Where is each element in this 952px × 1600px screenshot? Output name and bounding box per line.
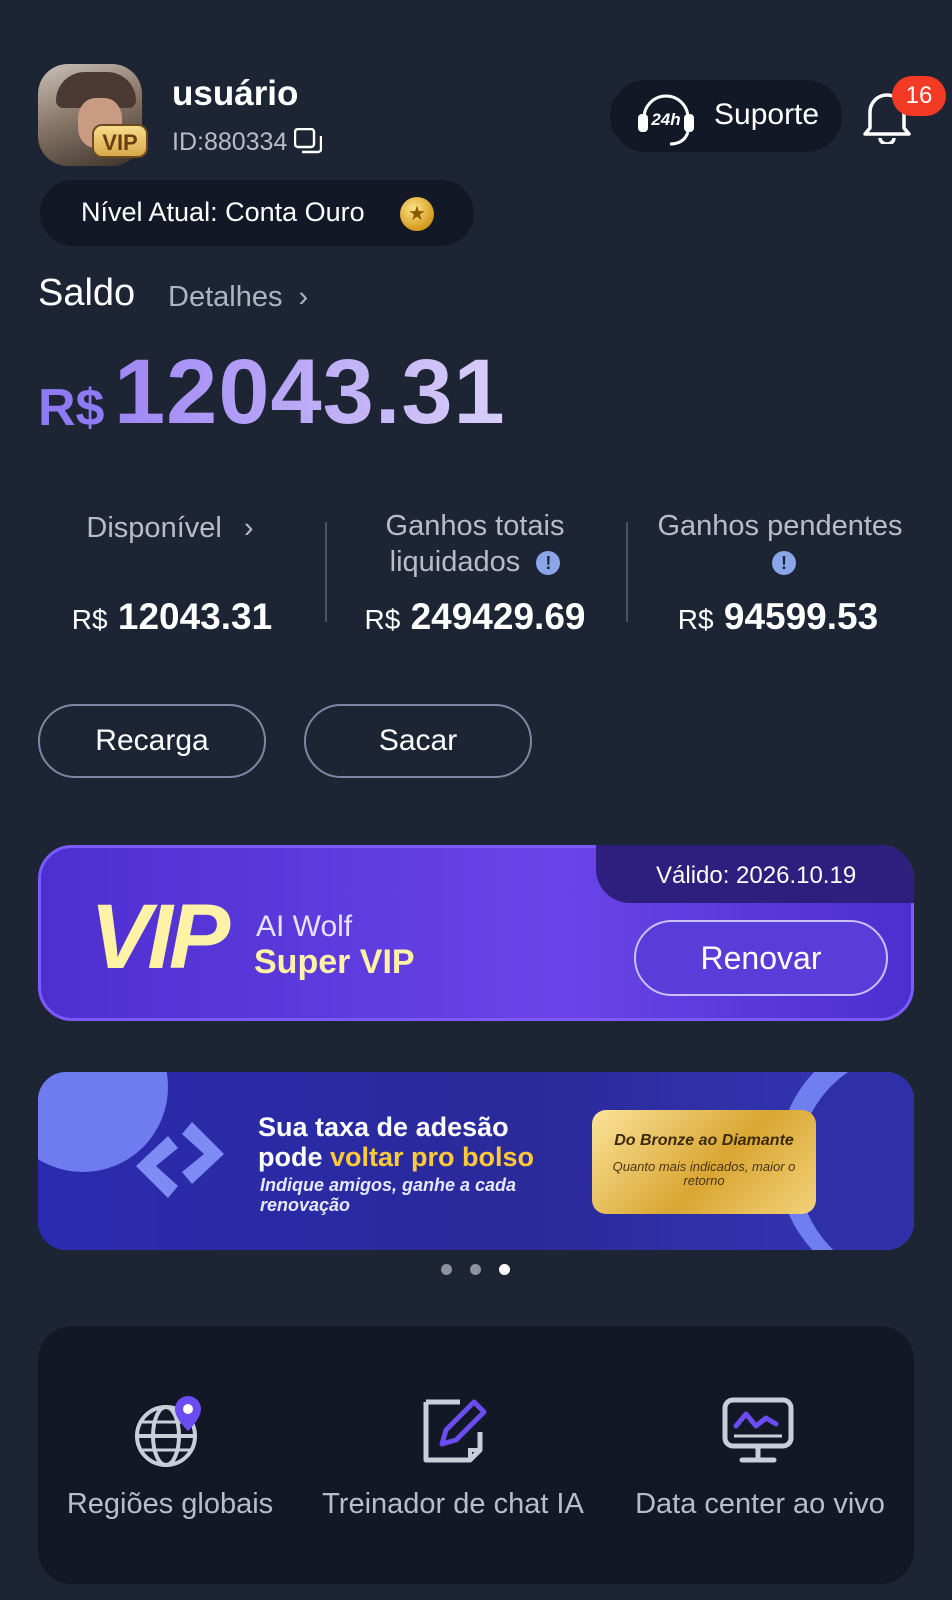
- stat-pending-value: R$ 94599.53: [628, 596, 928, 638]
- stat-available-label[interactable]: Disponível ›: [30, 510, 310, 546]
- sparkle-logo-icon: [136, 1122, 224, 1198]
- tool-global-regions[interactable]: Regiões globais: [40, 1384, 300, 1544]
- copy-icon[interactable]: [294, 128, 322, 154]
- level-text: Nível Atual: Conta Ouro: [81, 197, 365, 227]
- banner-gold-subtitle: Quanto mais indicados, maior o retorno: [612, 1159, 796, 1188]
- stat-available-currency: R$: [71, 604, 108, 635]
- stat-pending-amount: 94599.53: [723, 596, 879, 637]
- carousel-dot[interactable]: [470, 1264, 481, 1275]
- stat-settled-label: Ganhos totais liquidados !: [335, 508, 615, 580]
- username: usuário: [172, 74, 299, 113]
- vip-logo-text: VIP: [90, 886, 230, 988]
- tool-ai-chat-trainer-label: Treinador de chat IA: [322, 1488, 584, 1520]
- info-icon[interactable]: !: [536, 551, 561, 575]
- tool-live-data-center[interactable]: Data center ao vivo: [620, 1384, 900, 1544]
- info-icon[interactable]: !: [772, 551, 796, 575]
- stat-available-text: Disponível: [86, 512, 222, 544]
- vip-badge: VIP: [92, 124, 148, 158]
- tool-live-data-center-label: Data center ao vivo: [635, 1488, 885, 1520]
- stat-available-value: R$ 12043.31: [22, 596, 322, 638]
- balance-title: Saldo: [38, 272, 136, 314]
- gold-star-icon: ★: [400, 197, 434, 231]
- details-link-label: Detalhes: [168, 281, 283, 313]
- carousel-dot[interactable]: [441, 1264, 452, 1275]
- stat-pending-currency: R$: [677, 604, 714, 635]
- support-label: Suporte: [714, 98, 820, 131]
- chevron-right-icon: ›: [298, 281, 309, 313]
- globe-pin-icon: [135, 1396, 201, 1467]
- notification-count-badge: 16: [892, 76, 946, 116]
- stat-pending-text: Ganhos pendentes: [657, 510, 903, 542]
- stat-settled-value: R$ 249429.69: [325, 596, 625, 638]
- details-link[interactable]: Detalhes ›: [168, 281, 308, 314]
- monitor-chart-icon: [722, 1397, 794, 1463]
- headset-24h-icon: 24h: [638, 94, 694, 146]
- support-icon-text: 24h: [650, 110, 680, 129]
- user-id: ID:880334: [172, 128, 288, 156]
- carousel-dot-active[interactable]: [499, 1264, 510, 1275]
- vip-valid-until: Válido: 2026.10.19: [656, 862, 857, 889]
- banner-headline-2: pode voltar pro bolso: [258, 1142, 534, 1172]
- renew-button[interactable]: Renovar: [634, 920, 888, 996]
- stat-available-amount: 12043.31: [117, 596, 273, 637]
- balance-currency: R$: [38, 379, 105, 437]
- banner-headline-1: Sua taxa de adesão: [258, 1112, 509, 1142]
- recharge-button[interactable]: Recarga: [38, 704, 266, 778]
- edit-note-icon: [423, 1399, 487, 1463]
- vip-plan-name: Super VIP: [254, 943, 415, 981]
- stat-settled-amount: 249429.69: [410, 596, 586, 637]
- tool-global-regions-label: Regiões globais: [66, 1488, 274, 1520]
- banner-gold-title: Do Bronze ao Diamante: [614, 1132, 794, 1149]
- stat-pending-label: Ganhos pendentes !: [640, 508, 920, 580]
- banner-headline-2a: pode: [258, 1142, 330, 1172]
- chevron-right-icon: ›: [243, 512, 254, 544]
- banner-headline-2b: voltar pro bolso: [330, 1142, 535, 1172]
- tool-ai-chat-trainer[interactable]: Treinador de chat IA: [308, 1384, 598, 1544]
- vip-product-name: AI Wolf: [256, 910, 353, 943]
- withdraw-button[interactable]: Sacar: [304, 704, 532, 778]
- stat-settled-currency: R$: [364, 604, 401, 635]
- banner-subtext: Indique amigos, ganhe a cada renovação: [260, 1175, 517, 1215]
- balance-amount: 12043.31: [114, 341, 506, 443]
